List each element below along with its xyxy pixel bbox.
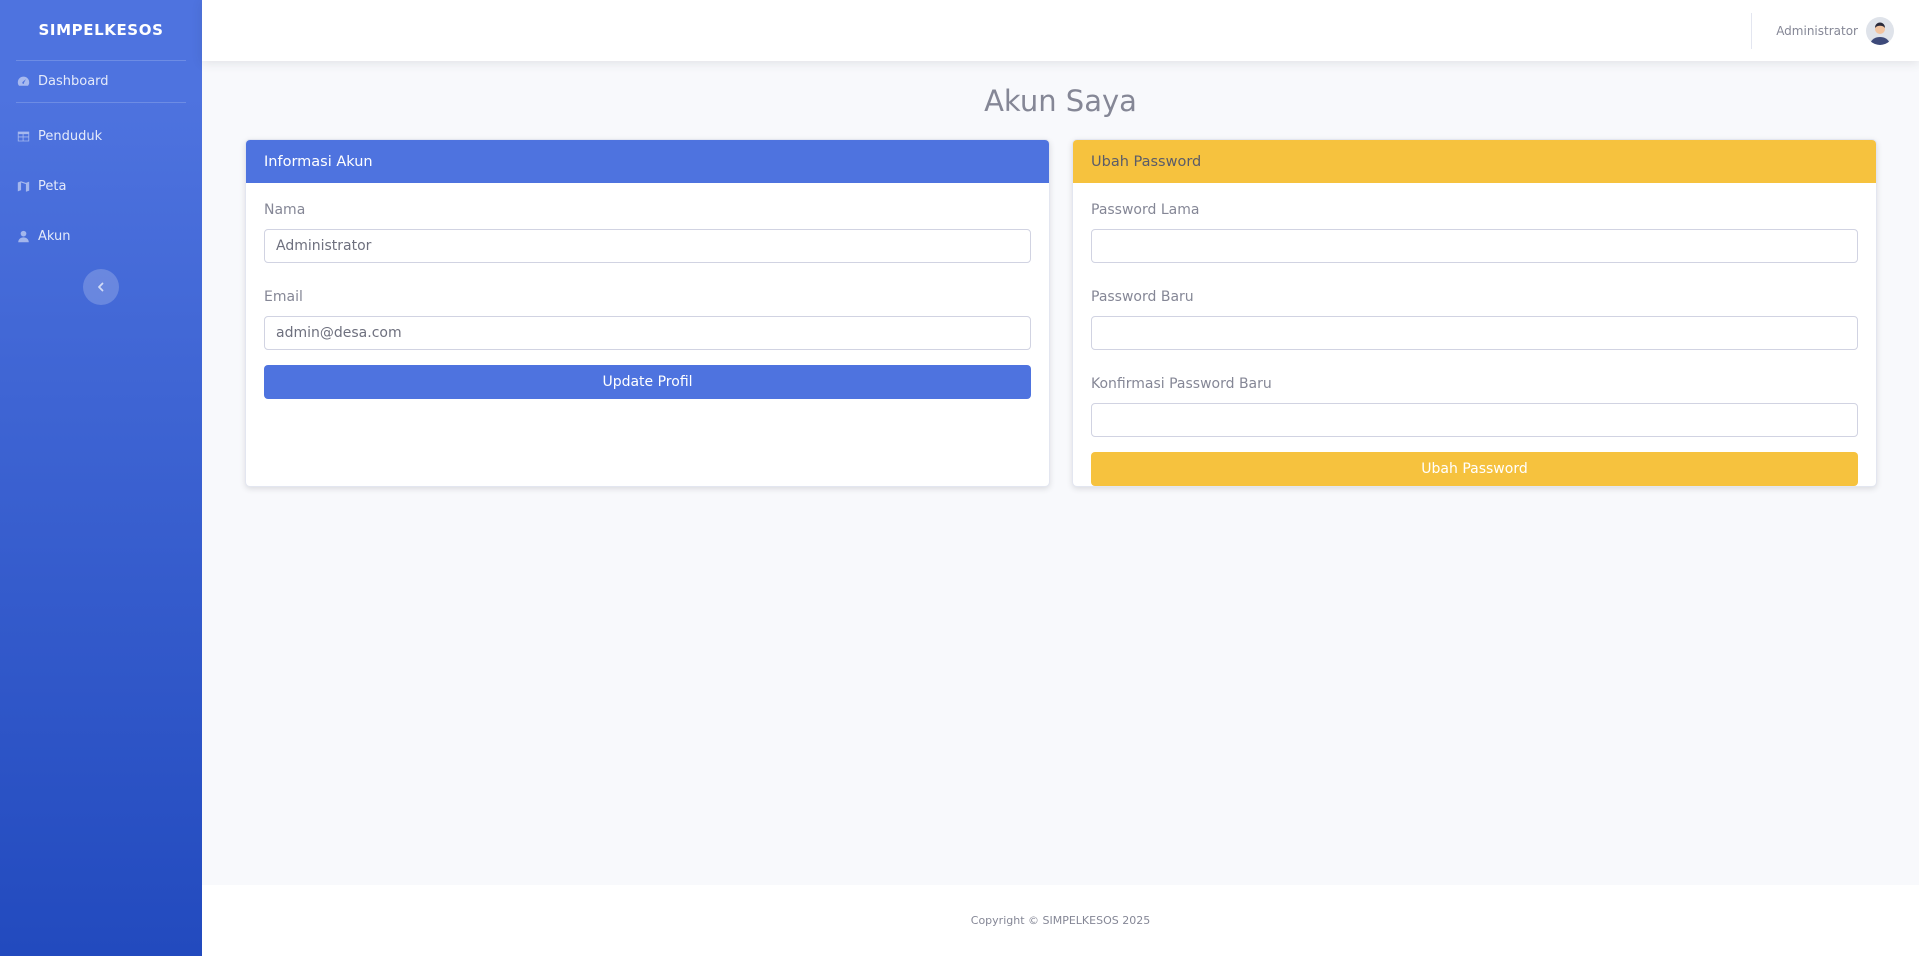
confirm-password-label: Konfirmasi Password Baru	[1091, 376, 1272, 392]
topbar-divider	[1751, 12, 1753, 49]
name-label: Nama	[264, 202, 306, 218]
table-icon	[16, 129, 30, 143]
sidebar-item-akun[interactable]: Akun	[0, 211, 202, 261]
map-icon	[16, 179, 30, 193]
sidebar-item-dashboard[interactable]: Dashboard	[0, 61, 202, 101]
new-password-label: Password Baru	[1091, 289, 1194, 305]
card-header: Ubah Password	[1073, 140, 1876, 183]
email-form-group: Email	[264, 288, 1031, 350]
main-content: Akun Saya Informasi Akun Nama Email Upda…	[202, 61, 1919, 885]
avatar-icon[interactable]	[1866, 16, 1894, 45]
card-header: Informasi Akun	[246, 140, 1049, 183]
card-body: Password Lama Password Baru Konfirmasi P…	[1073, 183, 1876, 486]
sidebar-item-label: Akun	[38, 228, 71, 244]
sidebar-toggle-button[interactable]	[83, 269, 119, 305]
copyright-text: Copyright © SIMPELKESOS 2025	[970, 914, 1151, 927]
new-password-field[interactable]	[1091, 316, 1858, 350]
name-field[interactable]	[264, 229, 1031, 263]
name-form-group: Nama	[264, 201, 1031, 263]
sidebar-item-label: Peta	[38, 178, 67, 194]
chevron-left-icon	[98, 282, 104, 292]
update-profile-button[interactable]: Update Profil	[264, 365, 1031, 399]
page-title: Akun Saya	[984, 84, 1137, 118]
sidebar-item-label: Penduduk	[38, 128, 103, 144]
card-body: Nama Email Update Profil	[246, 183, 1049, 399]
confirm-password-form-group: Konfirmasi Password Baru	[1091, 375, 1858, 437]
account-info-card: Informasi Akun Nama Email Update Profil	[245, 139, 1050, 487]
user-icon	[16, 229, 30, 243]
tachometer-icon	[16, 74, 30, 88]
new-password-form-group: Password Baru	[1091, 288, 1858, 350]
old-password-form-group: Password Lama	[1091, 201, 1858, 263]
sidebar-item-label: Dashboard	[38, 73, 109, 89]
sidebar-item-penduduk[interactable]: Penduduk	[0, 111, 202, 161]
user-name[interactable]: Administrator	[1776, 24, 1858, 38]
email-label: Email	[264, 289, 303, 305]
email-field[interactable]	[264, 316, 1031, 350]
old-password-field[interactable]	[1091, 229, 1858, 263]
sidebar: SIMPELKESOS Dashboard Penduduk Peta Akun	[0, 0, 202, 956]
confirm-password-field[interactable]	[1091, 403, 1858, 437]
old-password-label: Password Lama	[1091, 202, 1200, 218]
topbar: Administrator	[202, 0, 1919, 61]
sidebar-item-peta[interactable]: Peta	[0, 161, 202, 211]
footer: Copyright © SIMPELKESOS 2025	[202, 885, 1919, 956]
sidebar-brand[interactable]: SIMPELKESOS	[0, 0, 202, 60]
change-password-button[interactable]: Ubah Password	[1091, 452, 1858, 486]
change-password-card: Ubah Password Password Lama Password Bar…	[1072, 139, 1877, 487]
